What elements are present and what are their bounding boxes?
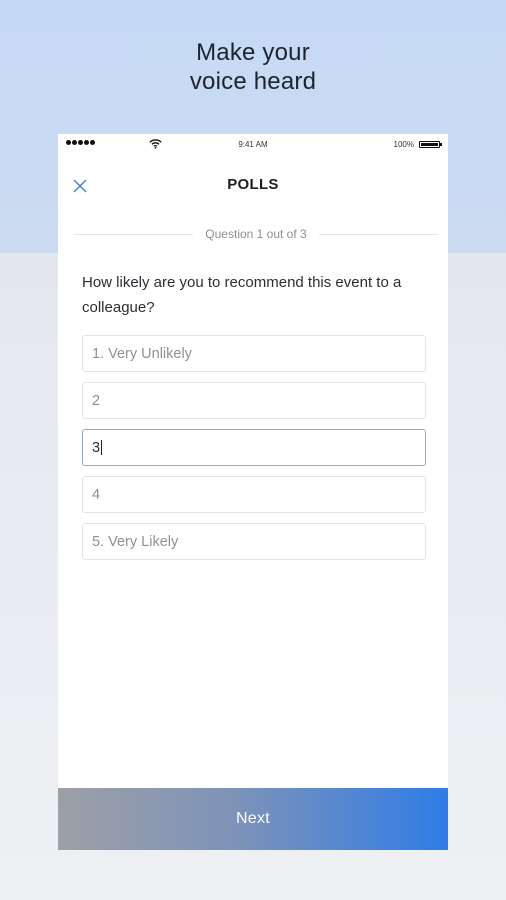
question-progress: Question 1 out of 3 xyxy=(74,226,438,242)
answer-option-2[interactable]: 2 xyxy=(82,382,426,419)
option-label: 3 xyxy=(92,439,101,456)
progress-divider-right xyxy=(318,233,438,235)
page-title: POLLS xyxy=(227,176,279,193)
option-label: 1. Very Unlikely xyxy=(92,345,192,362)
headline-line-1: Make your xyxy=(196,39,310,66)
next-button[interactable]: Next xyxy=(58,788,448,850)
answer-option-4[interactable]: 4 xyxy=(82,476,426,513)
next-button-label: Next xyxy=(235,810,271,827)
battery-percentage: 100% xyxy=(393,140,414,149)
answer-option-3[interactable]: 3 xyxy=(82,429,426,466)
status-time: 9:41 AM xyxy=(238,140,268,149)
headline-line-2: voice heard xyxy=(189,68,317,95)
answer-option-1[interactable]: 1. Very Unlikely xyxy=(82,335,426,372)
status-bar: 9:41 AM 100% xyxy=(58,134,448,156)
answer-options: 1. Very Unlikely 2 3 4 5. Very Likely xyxy=(82,335,426,570)
option-label: 2 xyxy=(92,392,101,409)
headline: Make your voice heard xyxy=(0,38,506,96)
question-text: How likely are you to recommend this eve… xyxy=(82,274,402,316)
option-label: 5. Very Likely xyxy=(92,533,179,550)
progress-divider-left xyxy=(74,233,194,235)
progress-label: Question 1 out of 3 xyxy=(205,227,307,241)
text-cursor xyxy=(101,440,103,455)
option-label: 4 xyxy=(92,486,101,503)
phone-screen: 9:41 AM 100% POLLS Question 1 out of 3 H… xyxy=(58,134,448,850)
nav-bar: POLLS xyxy=(58,164,448,208)
answer-option-5[interactable]: 5. Very Likely xyxy=(82,523,426,560)
battery-icon xyxy=(419,141,442,148)
